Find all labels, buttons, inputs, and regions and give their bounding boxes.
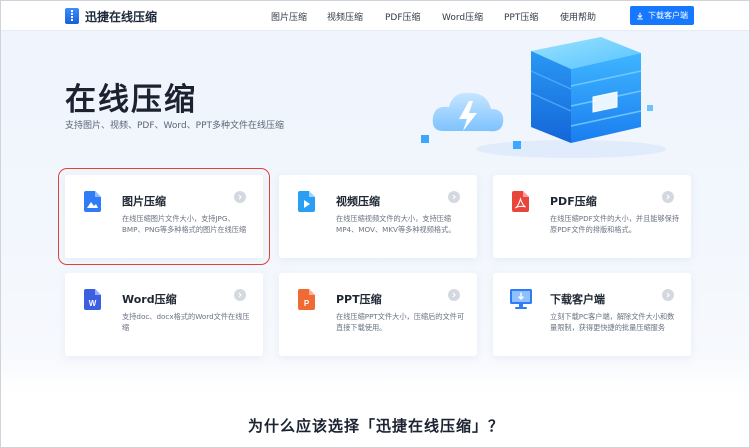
pdf-file-icon xyxy=(512,191,529,212)
download-client-label: 下载客户端 xyxy=(648,11,688,20)
chevron-right-icon[interactable] xyxy=(448,191,460,203)
chevron-right-icon[interactable] xyxy=(662,191,674,203)
hero-title: 在线压缩 xyxy=(65,82,197,118)
ppt-file-icon: P xyxy=(298,289,315,310)
site-logo[interactable]: 迅捷在线压缩 xyxy=(65,8,157,24)
card-desc: 在线压缩PPT文件大小，压缩后的文件可直接下载使用。 xyxy=(336,312,465,332)
chevron-right-icon[interactable] xyxy=(234,289,246,301)
card-ppt-compress[interactable]: P PPT压缩 在线压缩PPT文件大小，压缩后的文件可直接下载使用。 xyxy=(279,273,477,356)
card-title: Word压缩 xyxy=(122,293,177,306)
nav-help[interactable]: 使用帮助 xyxy=(560,10,596,23)
nav-word-compress[interactable]: Word压缩 xyxy=(442,10,483,23)
why-choose-title: 为什么应该选择「迅捷在线压缩」？ xyxy=(247,417,504,435)
card-title: 图片压缩 xyxy=(122,195,166,208)
nav-ppt-compress[interactable]: PPT压缩 xyxy=(504,10,538,23)
logo-text: 迅捷在线压缩 xyxy=(85,9,158,24)
card-title: 视频压缩 xyxy=(336,195,380,208)
chevron-right-icon[interactable] xyxy=(234,191,246,203)
download-client-button[interactable]: 下载客户端 xyxy=(630,6,694,25)
chevron-right-icon[interactable] xyxy=(448,289,460,301)
video-file-icon xyxy=(298,191,315,212)
hero-subtitle: 支持图片、视频、PDF、Word、PPT多种文件在线压缩 xyxy=(65,121,285,131)
card-title: PDF压缩 xyxy=(550,195,597,208)
svg-text:P: P xyxy=(304,299,310,308)
download-icon xyxy=(637,12,643,20)
card-title: 下载客户端 xyxy=(550,293,605,306)
top-header: 迅捷在线压缩 图片压缩 视频压缩 PDF压缩 Word压缩 PPT压缩 使用帮助… xyxy=(1,1,749,31)
compression-box-illustration-icon xyxy=(421,37,666,158)
card-desc: 在线压缩图片文件大小，支持JPG、BMP、PNG等多种格式的图片在线压缩 xyxy=(122,214,247,234)
nav-image-compress[interactable]: 图片压缩 xyxy=(271,10,307,23)
chevron-right-icon[interactable] xyxy=(662,289,674,301)
nav-video-compress[interactable]: 视频压缩 xyxy=(327,10,363,23)
card-download-client[interactable]: 下载客户端 立刻下载PC客户端，解除文件大小和数量限制，获得更快捷的批量压缩服务 xyxy=(493,273,691,356)
card-desc: 在线压缩视频文件的大小，支持压缩MP4、MOV、MKV等多种视频格式。 xyxy=(336,214,456,234)
card-pdf-compress[interactable]: PDF压缩 在线压缩PDF文件的大小，并且能够保持原PDF文件的排版和格式。 xyxy=(493,175,691,258)
monitor-download-icon xyxy=(510,289,532,309)
svg-text:W: W xyxy=(89,299,97,308)
page-frame: 迅捷在线压缩 图片压缩 视频压缩 PDF压缩 Word压缩 PPT压缩 使用帮助… xyxy=(0,0,750,448)
card-video-compress[interactable]: 视频压缩 在线压缩视频文件的大小，支持压缩MP4、MOV、MKV等多种视频格式。 xyxy=(279,175,477,258)
card-title: PPT压缩 xyxy=(336,293,382,306)
word-file-icon: W xyxy=(84,289,101,310)
card-desc: 支持doc、docx格式的Word文件在线压缩 xyxy=(122,312,250,332)
card-desc: 在线压缩PDF文件的大小，并且能够保持原PDF文件的排版和格式。 xyxy=(550,214,680,234)
image-file-icon xyxy=(84,191,101,212)
card-word-compress[interactable]: W Word压缩 支持doc、docx格式的Word文件在线压缩 xyxy=(65,273,263,356)
card-image-compress[interactable]: 图片压缩 在线压缩图片文件大小，支持JPG、BMP、PNG等多种格式的图片在线压… xyxy=(58,168,270,265)
zip-logo-icon xyxy=(65,8,79,24)
card-desc: 立刻下载PC客户端，解除文件大小和数量限制，获得更快捷的批量压缩服务 xyxy=(550,312,675,332)
nav-pdf-compress[interactable]: PDF压缩 xyxy=(385,10,421,23)
